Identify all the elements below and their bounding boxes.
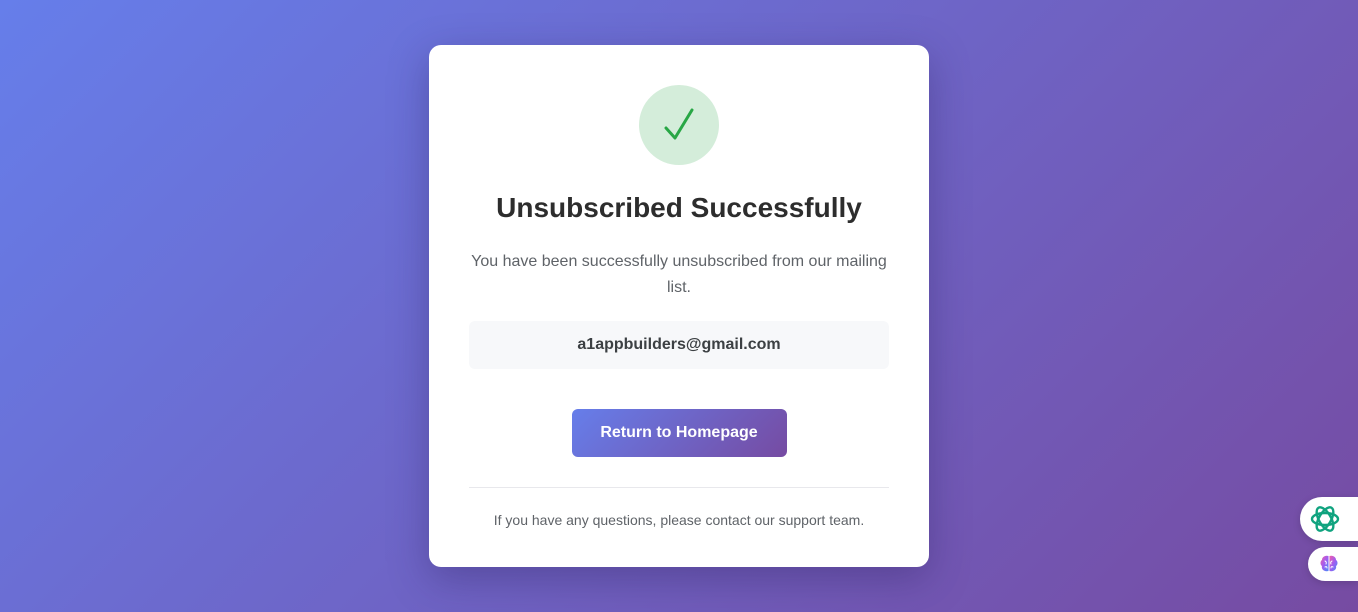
email-address: a1appbuilders@gmail.com xyxy=(577,336,781,353)
brain-widget-button[interactable] xyxy=(1308,547,1358,581)
page-title: Unsubscribed Successfully xyxy=(496,192,862,223)
brain-icon xyxy=(1320,555,1338,572)
checkmark-icon xyxy=(664,108,694,140)
chatgpt-widget-button[interactable] xyxy=(1300,497,1358,541)
chatgpt-icon xyxy=(1310,506,1340,532)
confirmation-message: You have been successfully unsubscribed … xyxy=(471,253,887,296)
unsubscribe-card: Unsubscribed Successfully You have been … xyxy=(429,45,929,567)
success-badge xyxy=(639,85,719,165)
return-to-homepage-button[interactable]: Return to Homepage xyxy=(571,409,787,457)
divider xyxy=(469,487,889,488)
support-note: If you have any questions, please contac… xyxy=(493,512,865,528)
email-display: a1appbuilders@gmail.com xyxy=(469,321,889,369)
